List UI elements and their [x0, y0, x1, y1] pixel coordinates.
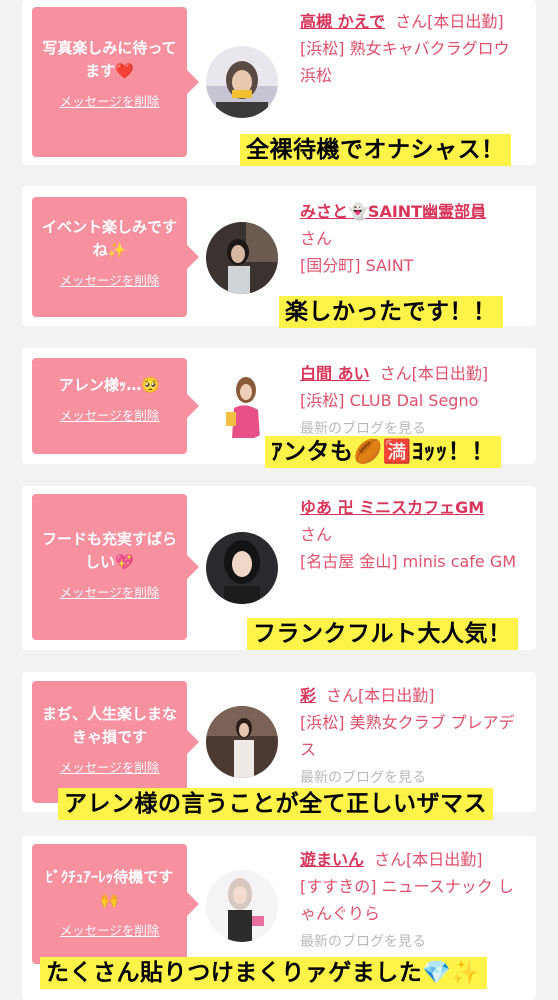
caption-overlay: ｱンタも🏉🈵ﾖｯｯ！！ — [265, 436, 501, 468]
avatar-photo — [206, 46, 278, 118]
message-text: 写真楽しみに待ってます❤️ — [42, 39, 177, 80]
message-text: ﾋﾞｸﾁｭｱｰﾚｯ待機です🙌 — [45, 868, 174, 909]
shop-name[interactable]: [浜松] CLUB Dal Segno — [300, 391, 478, 410]
shop-name[interactable]: [すすきの] ニュースナック しゃんぐりら — [300, 877, 514, 923]
cast-name-link[interactable]: 白間 あい — [300, 364, 370, 383]
avatar-photo — [206, 870, 278, 942]
message-text: イベント楽しみですね✨ — [42, 218, 178, 259]
caption-overlay: 全裸待機でオナシャス！ — [240, 134, 511, 166]
honorific: さん — [379, 364, 412, 383]
avatar[interactable] — [206, 870, 278, 942]
avatar-photo — [206, 368, 278, 440]
message-bubble: まぢ、人生楽しまなきゃ損です メッセージを削除 — [32, 681, 199, 803]
cast-info: 白間 あい さん[本日出勤] [浜松] CLUB Dal Segno 最新のブログ… — [300, 360, 526, 443]
shop-name[interactable]: [浜松] 熟女キャバクラグロウ 浜松 — [300, 39, 510, 85]
caption-overlay: 楽しかったです！！ — [279, 296, 503, 328]
avatar[interactable] — [206, 46, 278, 118]
cast-name-link[interactable]: 遊まいん — [300, 850, 364, 869]
cast-info: 高槻 かえで さん[本日出勤] [浜松] 熟女キャバクラグロウ 浜松 — [300, 8, 526, 89]
message-text: アレン様ｯ…🥺 — [58, 376, 161, 394]
message-bubble: 写真楽しみに待ってます❤️ メッセージを削除 — [32, 7, 199, 157]
honorific: さん — [395, 12, 428, 31]
delete-message-link[interactable]: メッセージを削除 — [42, 405, 177, 424]
delete-message-link[interactable]: メッセージを削除 — [42, 920, 177, 939]
work-status: [本日出勤] — [358, 686, 435, 705]
work-status: [本日出勤] — [427, 12, 504, 31]
blog-link[interactable]: 最新のブログを見る — [300, 421, 426, 437]
honorific: さん — [326, 686, 359, 705]
cast-name-link[interactable]: ゆあ 卍 ミニスカフェGM — [300, 498, 484, 517]
avatar-photo — [206, 706, 278, 778]
honorific: さん — [300, 229, 333, 248]
caption-overlay: フランクフルト大人気！ — [247, 618, 518, 650]
message-bubble: ﾋﾞｸﾁｭｱｰﾚｯ待機です🙌 メッセージを削除 — [32, 844, 199, 964]
shop-name[interactable]: [浜松] 美熟女クラブ プレアデス — [300, 713, 515, 759]
delete-message-link[interactable]: メッセージを削除 — [42, 270, 177, 289]
shop-name[interactable]: [国分町] SAINT — [300, 256, 413, 275]
cast-info: 遊まいん さん[本日出勤] [すすきの] ニュースナック しゃんぐりら 最新のブロ… — [300, 846, 526, 956]
work-status: [本日出勤] — [406, 850, 483, 869]
honorific: さん — [300, 525, 333, 544]
message-bubble: アレン様ｯ…🥺 メッセージを削除 — [32, 358, 199, 454]
shop-name[interactable]: [名古屋 金山] minis cafe GM — [300, 552, 516, 571]
work-status: [本日出勤] — [411, 364, 489, 383]
blog-link[interactable]: 最新のブログを見る — [300, 770, 426, 786]
cast-name-link[interactable]: 彩 — [300, 686, 316, 705]
cast-info: 彩さん[本日出勤] [浜松] 美熟女クラブ プレアデス 最新のブログを見る — [300, 682, 526, 792]
caption-overlay: たくさん貼りつけまくりァゲました💎✨ — [40, 957, 487, 989]
blog-link[interactable]: 最新のブログを見る — [300, 934, 426, 950]
delete-message-link[interactable]: メッセージを削除 — [42, 91, 177, 110]
avatar-photo — [206, 222, 278, 294]
cast-info: みさと👻SAINT幽霊部員 さん [国分町] SAINT — [300, 198, 526, 279]
caption-overlay: アレン様の言うことが全て正しいザマス — [58, 788, 493, 820]
honorific: さん — [374, 850, 407, 869]
delete-message-link[interactable]: メッセージを削除 — [42, 757, 177, 776]
avatar[interactable] — [206, 532, 278, 604]
avatar[interactable] — [206, 706, 278, 778]
cast-name-link[interactable]: 高槻 かえで — [300, 12, 385, 31]
message-bubble: フードも充実すばらしい💖 メッセージを削除 — [32, 494, 199, 640]
message-text: フードも充実すばらしい💖 — [42, 530, 178, 571]
delete-message-link[interactable]: メッセージを削除 — [42, 582, 177, 601]
message-text: まぢ、人生楽しまなきゃ損です — [42, 705, 178, 746]
message-bubble: イベント楽しみですね✨ メッセージを削除 — [32, 197, 199, 317]
cast-name-link[interactable]: みさと👻SAINT幽霊部員 — [300, 202, 486, 221]
avatar-photo — [206, 532, 278, 604]
avatar[interactable] — [206, 368, 278, 440]
avatar[interactable] — [206, 222, 278, 294]
cast-info: ゆあ 卍 ミニスカフェGM さん [名古屋 金山] minis cafe GM — [300, 494, 526, 575]
